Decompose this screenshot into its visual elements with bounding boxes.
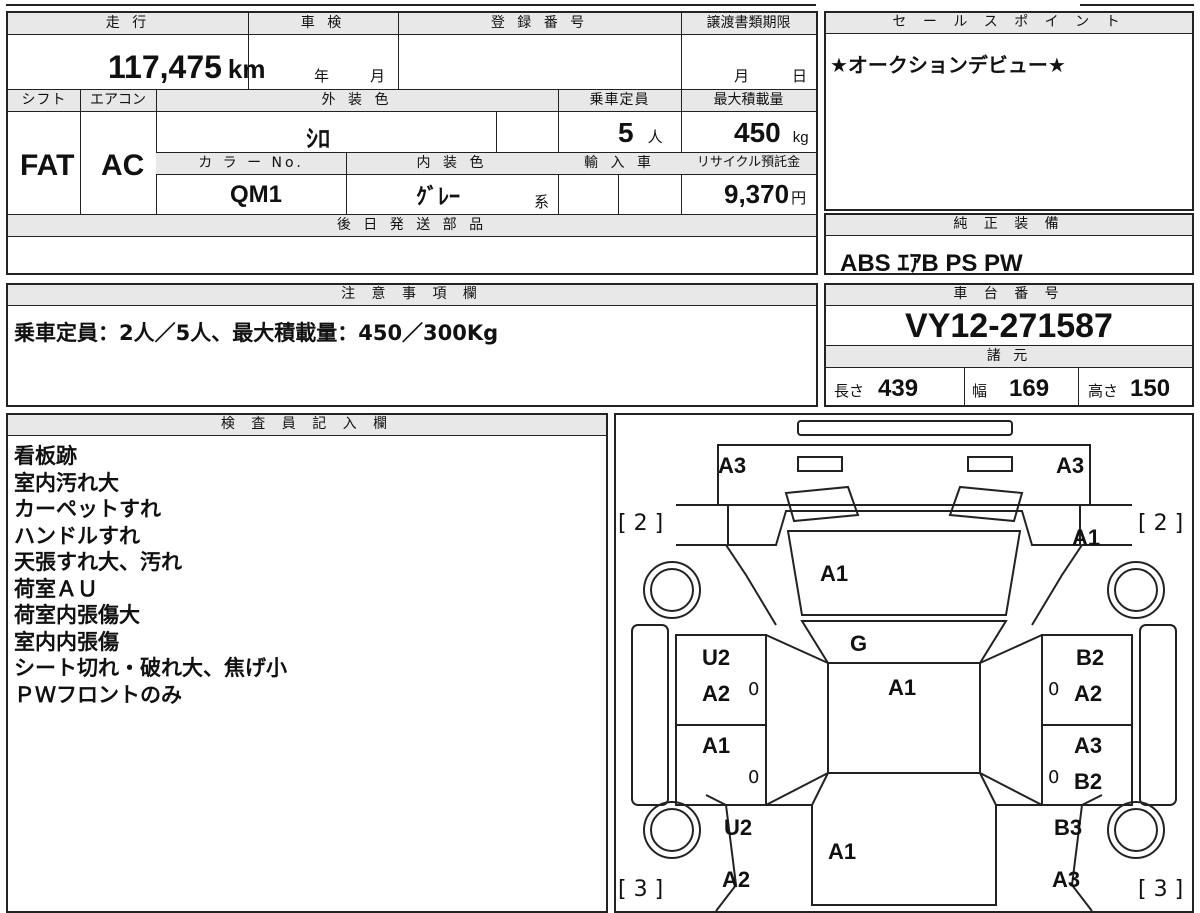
memo-line: 荷室ＡＵ [14,576,98,601]
divider [398,13,399,89]
mark-rear-left: A2 [722,867,751,892]
mark-door-rl: A1 [702,733,731,758]
top-strip-right [1080,0,1194,6]
mileage-header: 走 行 [8,13,248,35]
mark-quarter-rr: B3 [1054,815,1083,840]
specs-header: 諸 元 [826,346,1192,368]
inspection-header: 車 検 [248,13,398,35]
mark-door-fl-bottom: A2 [702,681,731,706]
mark-door-fr-bottom: A2 [1074,681,1103,706]
memo-line: ＰＷフロントのみ [14,682,182,707]
mark-windshield: G [850,631,868,656]
interior-header: 内 装 色 [346,153,558,175]
divider [681,13,682,89]
top-strip [6,0,816,6]
memo-line: カーペットすれ [14,497,161,521]
recycle-header: リサイクル預託金 [681,153,816,175]
length-spec: 長さ 439 [834,375,919,402]
exterior-value: ｼﾛ [306,125,330,153]
mark-door-fl-top: U2 [702,645,731,670]
chassis-header: 車 台 番 号 [826,285,1192,306]
transfer-day-unit: 日 [792,67,808,85]
mark-tire-fl: [ 2 ] [618,511,664,536]
chassis-box: 車 台 番 号 VY12-271587 諸 元 長さ 439 幅 169 高さ 150 [824,283,1194,407]
mark-front-left: A3 [718,453,747,478]
memo-line: ハンドルすれ [14,523,140,548]
notes-header: 注 意 事 項 欄 [8,285,816,306]
mark-zero-2: 0 [1048,679,1060,700]
vehicle-info-table: 走 行 車 検 登 録 番 号 譲渡書類期限 117,475 km 年 月 月 日… [6,11,818,275]
inspector-box: 検 査 員 記 入 欄 看板跡 室内汚れ大 カーペットすれ ハンドルすれ 天張す… [6,413,608,913]
mark-tire-rr: [ 3 ] [1138,877,1184,902]
mark-door-rr-top: A3 [1074,733,1103,758]
memo-line: 天張すれ大、汚れ [14,550,182,574]
mark-zero-3: 0 [748,767,760,788]
capacity-header: 乗車定員 [558,90,681,112]
divider [1078,368,1079,405]
mark-hood: A1 [820,561,849,586]
notes-box: 注 意 事 項 欄 乗車定員：2人／5人、最大積載量：450／300Kg [6,283,818,407]
notes-text: 乗車定員：2人／5人、最大積載量：450／300Kg [14,321,499,345]
memo-line: 荷室内張傷大 [14,603,140,627]
divider [618,175,619,214]
maxload-value: 450 kg [734,117,809,148]
mark-quarter-rl: U2 [724,815,753,840]
mark-front-right: A3 [1056,453,1085,478]
aircon-header: エアコン [80,90,156,112]
divider [346,153,347,214]
inspector-header: 検 査 員 記 入 欄 [8,415,606,436]
memo-line: シート切れ・破れ大、焦げ小 [14,656,287,680]
height-spec: 高さ 150 [1088,375,1171,402]
color-no-header: カ ラ ー No. [156,153,346,175]
sales-point-header: セ ー ル ス ポ イ ン ト [826,13,1192,34]
mark-rear-body: A1 [828,839,857,864]
shift-header: シフト [8,90,80,112]
mark-tire-rl: [ 3 ] [618,877,664,902]
transfer-month-unit: 月 [734,67,750,85]
mark-roof: A1 [888,675,917,700]
equipment-box: 純 正 装 備 ABS ｴｱB PS PW [824,213,1194,277]
divider [80,90,81,214]
sales-point-text: ★オークションデビュー★ [830,53,1066,77]
later-parts-header: 後 日 発 送 部 品 [8,215,816,237]
mark-zero-4: 0 [1048,767,1060,788]
inspection-year-unit: 年 [314,67,330,85]
mark-rear-right: A3 [1052,867,1081,892]
exterior-header: 外 装 色 [156,90,558,112]
memo-line: 室内汚れ大 [14,470,119,495]
mark-zero-1: 0 [748,679,760,700]
memo-line: 看板跡 [14,444,77,468]
recycle-value: 9,370 円 [724,179,807,209]
import-header: 輸 入 車 [558,153,681,175]
shift-value: FAT [20,149,75,182]
divider [496,112,497,152]
interior-suffix: 系 [534,193,550,211]
inspection-month-unit: 月 [370,67,386,85]
inspector-lines: 看板跡 室内汚れ大 カーペットすれ ハンドルすれ 天張すれ大、汚れ 荷室ＡＵ 荷… [14,443,287,708]
aircon-value: AC [101,149,145,182]
maxload-header: 最大積載量 [681,90,816,112]
equipment-header: 純 正 装 備 [826,215,1192,236]
divider [964,368,965,405]
memo-line: 室内内張傷 [14,629,119,654]
equipment-text: ABS ｴｱB PS PW [840,250,1023,277]
car-diagram-box: A3 A3 [ 2 ] [ 2 ] A1 A1 G A1 U2 A2 0 B2 … [614,413,1194,913]
chassis-number: VY12-271587 [905,307,1113,345]
width-spec: 幅 169 [972,375,1050,402]
mileage-value: 117,475 km [108,49,266,85]
mark-door-fr-top: B2 [1076,645,1105,670]
capacity-value: 5人 [618,117,663,148]
mark-tire-fr: [ 2 ] [1138,511,1184,536]
sales-point-box: セ ー ル ス ポ イ ン ト ★オークションデビュー★ [824,11,1194,211]
mark-fender-fr: A1 [1072,525,1101,550]
registration-header: 登 録 番 号 [398,13,681,35]
color-no-value: QM1 [230,181,283,208]
interior-value: ｸﾞﾚｰ [416,185,461,210]
mark-door-rr-bottom: B2 [1074,769,1103,794]
transfer-header: 譲渡書類期限 [681,13,816,35]
